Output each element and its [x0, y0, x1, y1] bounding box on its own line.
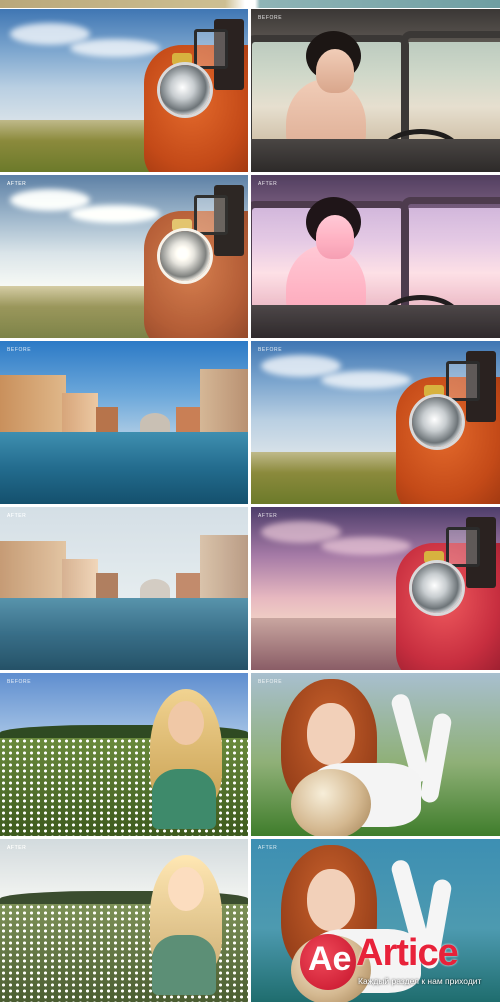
- artice-watermark: Ae Artice Каждый раздел к нам приходит: [300, 932, 500, 1000]
- photo-truck-after-2: AFTER: [251, 507, 500, 670]
- photo-truck-before-2: BEFORE: [251, 341, 500, 504]
- after-label: AFTER: [258, 845, 278, 851]
- photo-van-girl-before: BEFORE: [251, 9, 500, 172]
- photo-venice-after: AFTER: [0, 507, 248, 670]
- after-label: AFTER: [258, 181, 278, 187]
- after-label: AFTER: [7, 845, 27, 851]
- photo-truck-after: AFTER: [0, 175, 248, 338]
- after-label: AFTER: [7, 513, 27, 519]
- photo-redhead-before: BEFORE: [251, 673, 500, 836]
- before-label: BEFORE: [258, 679, 283, 685]
- before-label: BEFORE: [258, 347, 283, 353]
- photo-truck-before: [0, 9, 248, 172]
- photo-van-girl-after: AFTER: [251, 175, 500, 338]
- before-label: BEFORE: [258, 15, 283, 21]
- photo-daisies-before: BEFORE: [0, 673, 248, 836]
- photo-daisies-after: AFTER: [0, 839, 248, 1002]
- watermark-logo-glyph: Ae: [308, 940, 352, 978]
- before-label: BEFORE: [7, 347, 32, 353]
- watermark-subtitle: Каждый раздел к нам приходит: [358, 976, 482, 986]
- watermark-name: Artice: [356, 932, 459, 974]
- after-label: AFTER: [7, 181, 27, 187]
- photo-venice-before: BEFORE: [0, 341, 248, 504]
- after-label: AFTER: [258, 513, 278, 519]
- before-label: BEFORE: [7, 679, 32, 685]
- top-image-strip: [0, 0, 500, 8]
